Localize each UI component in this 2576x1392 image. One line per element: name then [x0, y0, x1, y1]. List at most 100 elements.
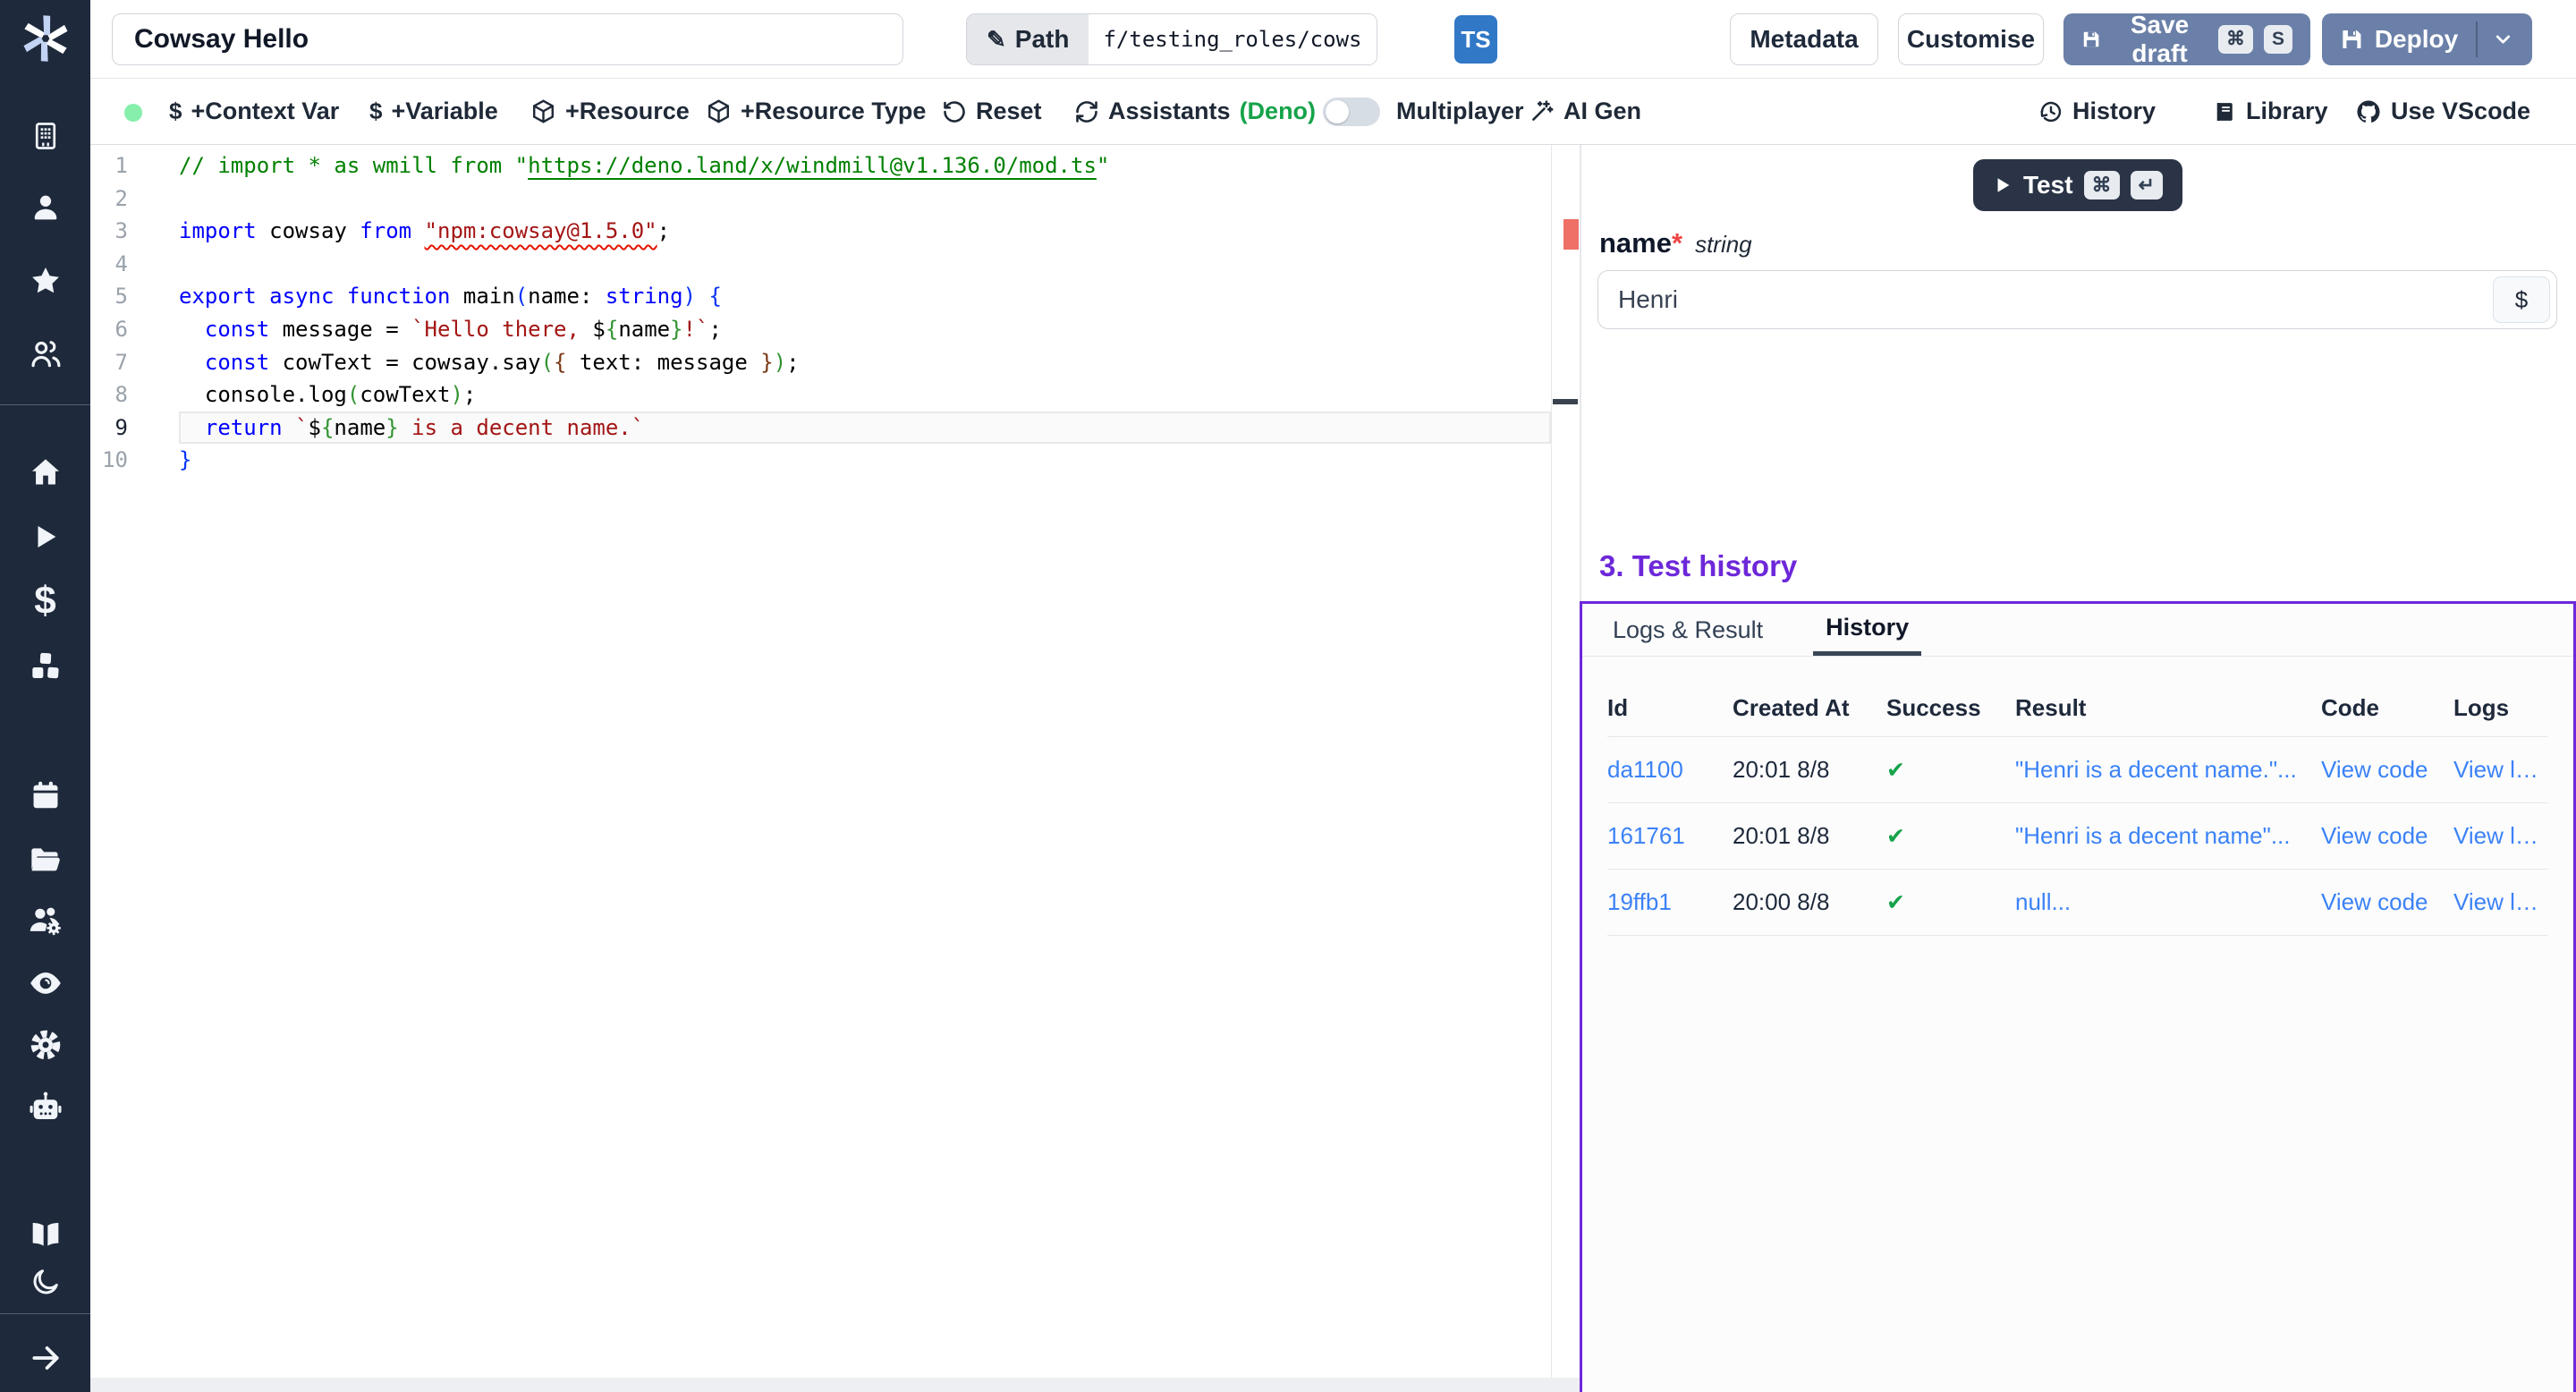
view-code-link[interactable]: View code: [2321, 822, 2453, 850]
workspace-building-icon[interactable]: [0, 118, 90, 154]
metadata-button[interactable]: Metadata: [1730, 13, 1878, 65]
success-check-icon: ✔: [1886, 757, 2015, 784]
tab-history[interactable]: History: [1813, 604, 1921, 656]
save-draft-button[interactable]: Save draft ⌘ S: [2063, 13, 2310, 65]
line-number: 6: [90, 313, 179, 346]
run-id-link[interactable]: 19ffb1: [1607, 888, 1733, 916]
view-logs-link[interactable]: View logs: [2453, 888, 2548, 916]
view-code-link[interactable]: View code: [2321, 756, 2453, 784]
customise-button[interactable]: Customise: [1898, 13, 2044, 65]
dark-mode-moon-icon[interactable]: [0, 1263, 90, 1301]
code-line[interactable]: import cowsay from "npm:cowsay@1.5.0";: [179, 215, 1551, 248]
save-icon: [2081, 27, 2101, 52]
wand-sparkles-icon: [1529, 98, 1555, 124]
sidebar-divider: [0, 1313, 90, 1314]
created-at: 20:01 8/8: [1733, 756, 1886, 784]
play-icon: [1993, 175, 2012, 195]
path-edit-button[interactable]: ✎ Path: [967, 14, 1089, 64]
use-vscode-button[interactable]: Use VScode: [2355, 79, 2530, 144]
settings-gear-icon[interactable]: [0, 1025, 90, 1065]
run-id-link[interactable]: 161761: [1607, 822, 1733, 850]
typescript-badge: TS: [1454, 15, 1497, 64]
line-number: 9: [90, 412, 179, 445]
insert-variable-button[interactable]: $: [2493, 276, 2550, 323]
editor-bottom-strip: [90, 1378, 1580, 1392]
folders-icon[interactable]: [0, 841, 90, 878]
preview-panel: Test ⌘ ↵ name* string $ 3. Test history …: [1580, 145, 2576, 1392]
add-variable-button[interactable]: $ +Variable: [369, 79, 498, 144]
code-line[interactable]: [179, 182, 1551, 216]
schedules-calendar-icon[interactable]: [0, 777, 90, 814]
success-check-icon: ✔: [1886, 823, 2015, 850]
dollar-icon: $: [169, 98, 182, 125]
runs-play-icon[interactable]: [0, 519, 90, 555]
chevron-down-icon[interactable]: [2492, 28, 2514, 51]
rotate-ccw-icon: [942, 99, 967, 124]
deploy-button[interactable]: Deploy: [2322, 13, 2532, 65]
arg-name-input[interactable]: [1597, 270, 2557, 329]
ai-robot-icon[interactable]: [0, 1088, 90, 1127]
code-line[interactable]: console.log(cowText);: [179, 378, 1551, 412]
package-icon: [530, 98, 556, 124]
col-result: Result: [2015, 694, 2321, 722]
code-line[interactable]: export async function main(name: string)…: [179, 280, 1551, 313]
tab-logs-result[interactable]: Logs & Result: [1613, 604, 1763, 656]
resources-boxes-icon[interactable]: [0, 648, 90, 685]
success-check-icon: ✔: [1886, 889, 2015, 916]
history-clock-icon: [2038, 99, 2063, 124]
code-line[interactable]: // import * as wmill from "https://deno.…: [179, 149, 1551, 182]
groups-users-icon[interactable]: [0, 336, 90, 372]
col-logs: Logs: [2453, 694, 2548, 722]
docs-book-icon[interactable]: [0, 1215, 90, 1252]
path-input[interactable]: [1089, 14, 1377, 64]
run-id-link[interactable]: da1100: [1607, 756, 1733, 784]
add-resource-button[interactable]: +Resource: [530, 79, 690, 144]
script-title-input[interactable]: [112, 13, 903, 65]
code-line[interactable]: [179, 248, 1551, 281]
kbd-cmd: ⌘: [2218, 25, 2253, 53]
package-icon: [706, 98, 732, 124]
view-logs-link[interactable]: View logs: [2453, 756, 2548, 784]
error-marker: [1563, 219, 1579, 250]
multiplayer-toggle[interactable]: [1323, 98, 1380, 126]
result-link[interactable]: "Henri is a decent name"...: [2015, 822, 2321, 850]
overview-ruler: [1551, 145, 1552, 1378]
code-line[interactable]: const message = `Hello there, ${name}!`;: [179, 313, 1551, 346]
col-id: Id: [1607, 694, 1733, 722]
favorites-star-icon[interactable]: [0, 263, 90, 299]
result-link[interactable]: "Henri is a decent name."...: [2015, 756, 2321, 784]
status-dot: [124, 104, 142, 122]
topbar: ✎ Path TS Metadata Customise Save draft …: [90, 0, 2576, 79]
ai-gen-button[interactable]: AI Gen: [1529, 79, 1641, 144]
result-link[interactable]: null...: [2015, 888, 2321, 916]
library-button[interactable]: Library: [2212, 79, 2328, 144]
code-area[interactable]: // import * as wmill from "https://deno.…: [179, 149, 1551, 477]
view-code-link[interactable]: View code: [2321, 888, 2453, 916]
path-label: Path: [1015, 25, 1070, 54]
home-icon[interactable]: [0, 454, 90, 490]
line-number: 8: [90, 378, 179, 412]
reset-button[interactable]: Reset: [942, 79, 1042, 144]
multiplayer-label: Multiplayer: [1396, 79, 1524, 144]
view-logs-link[interactable]: View logs: [2453, 822, 2548, 850]
code-line[interactable]: }: [179, 444, 1551, 477]
code-line[interactable]: return `${name} is a decent name.`: [179, 412, 1551, 445]
add-context-var-button[interactable]: $ +Context Var: [169, 79, 339, 144]
add-resource-type-button[interactable]: +Resource Type: [706, 79, 926, 144]
variables-dollar-icon[interactable]: $: [0, 581, 90, 621]
history-button[interactable]: History: [2038, 79, 2156, 144]
col-created-at: Created At: [1733, 694, 1886, 722]
expand-arrow-right-icon[interactable]: [0, 1338, 90, 1378]
audit-logs-eye-icon[interactable]: [0, 964, 90, 1002]
user-icon[interactable]: [0, 190, 90, 225]
workers-users-gear-icon[interactable]: [0, 902, 90, 939]
arg-input-wrap: $: [1597, 270, 2557, 329]
section-title: 3. Test history: [1599, 549, 1797, 583]
code-editor[interactable]: 12345678910 // import * as wmill from "h…: [90, 145, 1580, 1392]
tabs: Logs & Result History: [1582, 604, 2573, 656]
code-line[interactable]: const cowText = cowsay.say({ text: messa…: [179, 346, 1551, 379]
test-button[interactable]: Test ⌘ ↵: [1973, 159, 2182, 211]
assistants-button[interactable]: Assistants (Deno): [1074, 79, 1316, 144]
history-table-body: da110020:01 8/8✔"Henri is a decent name.…: [1607, 737, 2548, 936]
windmill-logo-icon[interactable]: [0, 7, 90, 70]
